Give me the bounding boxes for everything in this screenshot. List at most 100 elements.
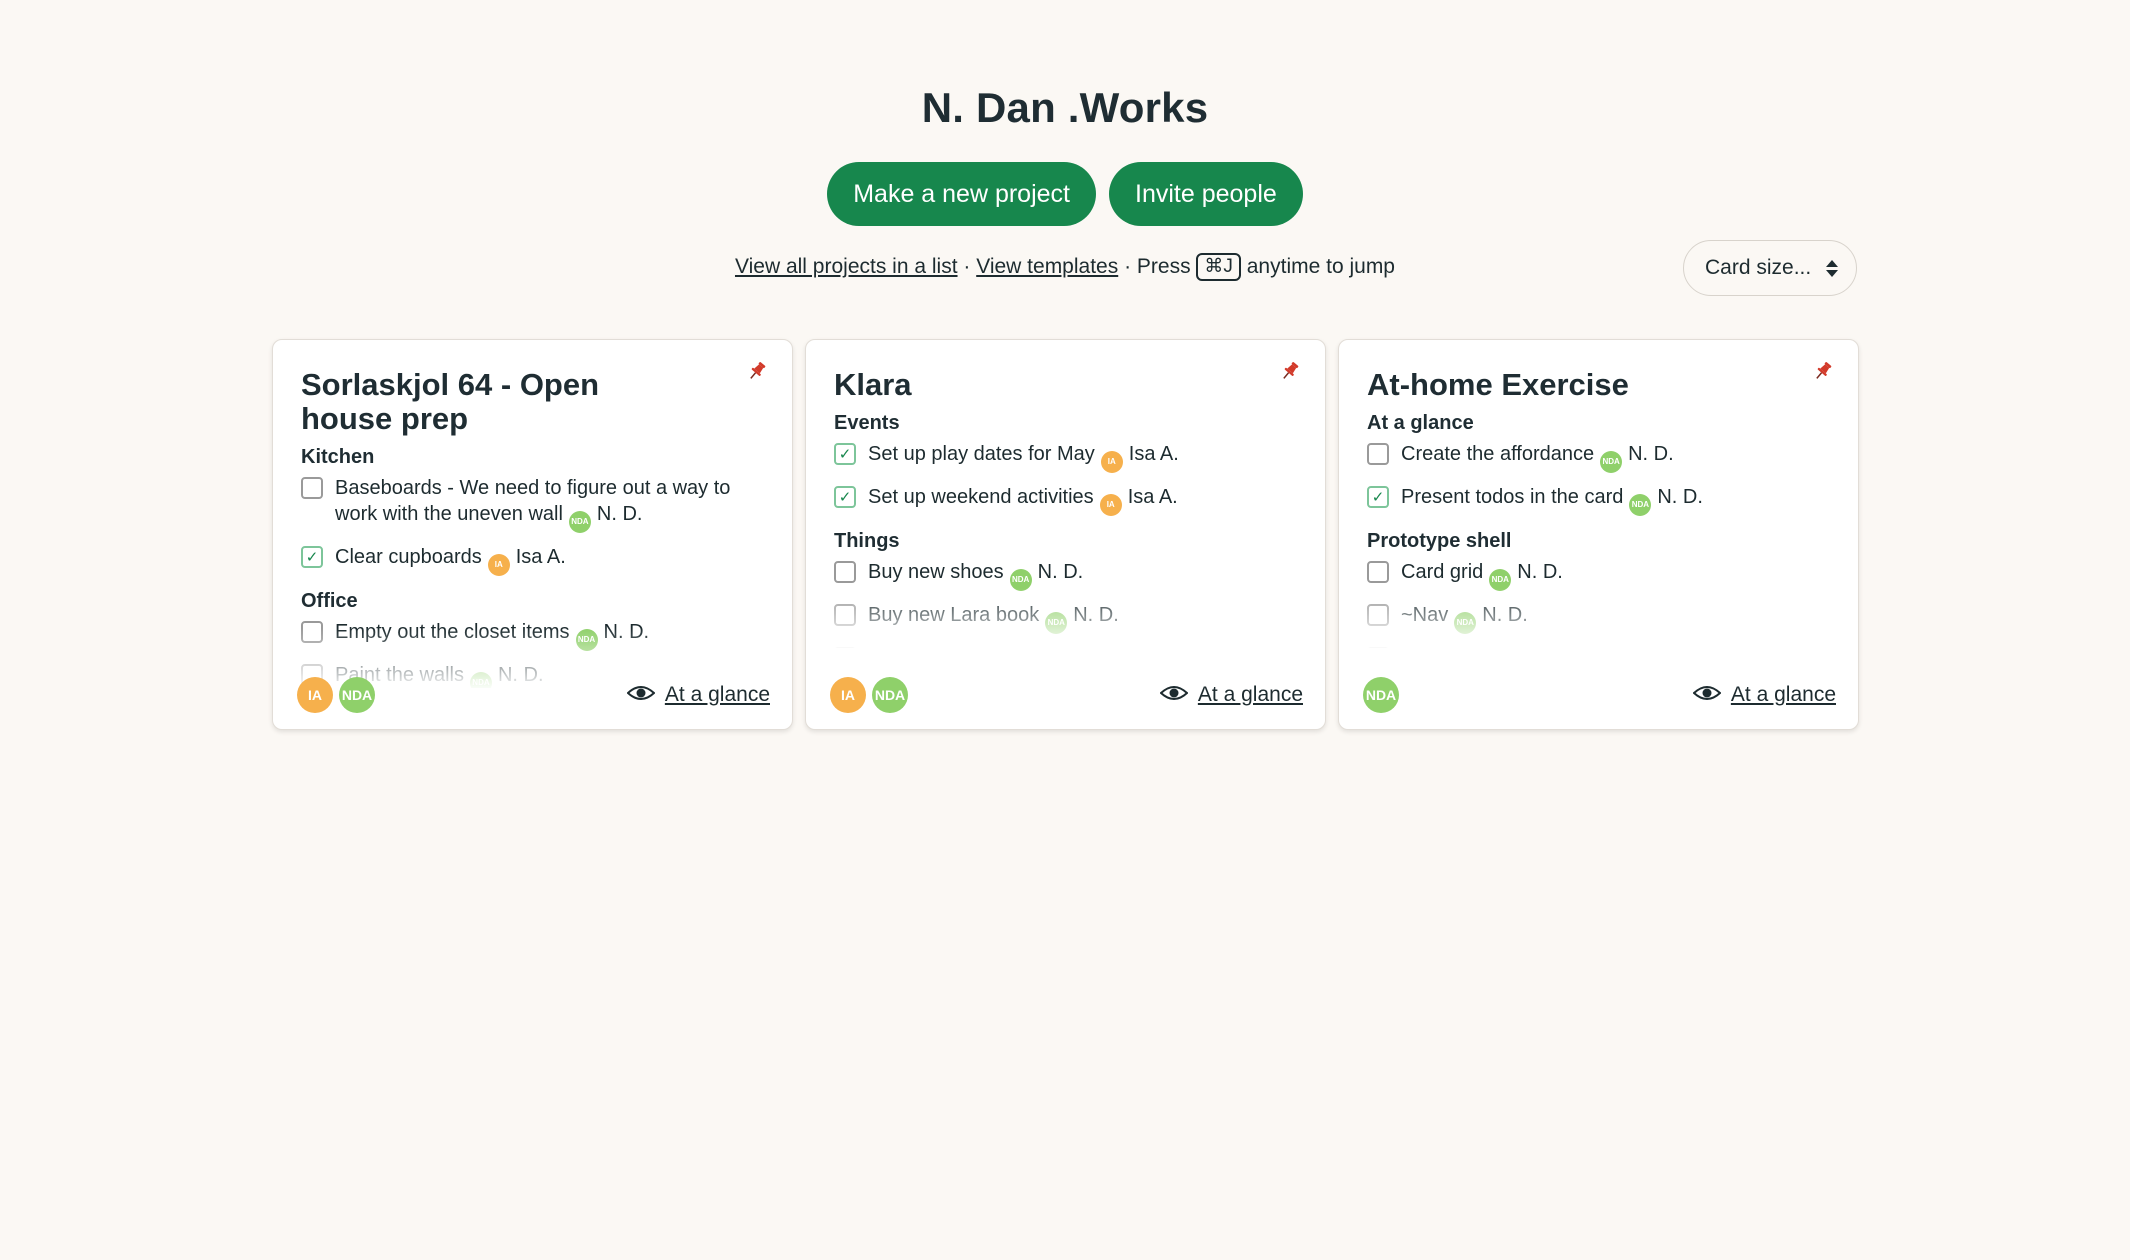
- todo-label: Present todos in the card: [1401, 486, 1624, 508]
- assignee-name: N. D.: [596, 503, 643, 525]
- todo-checkbox[interactable]: [1367, 647, 1389, 648]
- project-title[interactable]: Sorlaskjol 64 - Open house prep: [301, 368, 631, 436]
- todo-text-wrap[interactable]: ResponsivenessNDAN. D.: [1401, 645, 1627, 648]
- todo-checkbox[interactable]: ✓: [1367, 486, 1389, 508]
- todo-item: ✓ Set up play dates for May IA Isa A.: [834, 441, 1297, 473]
- assignee-name: N. D.: [1657, 486, 1703, 508]
- at-a-glance-link[interactable]: At a glance: [626, 683, 770, 707]
- todo-label: Buy new shoes: [868, 561, 1004, 583]
- todo-checkbox[interactable]: [301, 477, 323, 499]
- project-card[interactable]: Klara Events ✓ Set up play dates for May IA I…: [805, 339, 1326, 730]
- todo-text-wrap[interactable]: Create the affordance NDA N. D.: [1401, 441, 1674, 473]
- todo-checkbox[interactable]: [834, 561, 856, 583]
- assignee-name: N. D.: [1628, 443, 1674, 465]
- assignee-name: N. D.: [1148, 647, 1194, 648]
- project-title[interactable]: At-home Exercise: [1367, 368, 1697, 402]
- todo-checkbox[interactable]: [834, 604, 856, 626]
- todo-checkbox[interactable]: [301, 621, 323, 643]
- assignee-avatar: NDA: [1009, 569, 1032, 591]
- assignee-avatar: IA: [487, 554, 510, 576]
- project-card[interactable]: Sorlaskjol 64 - Open house prep Kitchen Ba…: [272, 339, 793, 730]
- todo-label: Buy new Lara book: [868, 604, 1040, 626]
- avatar[interactable]: IA: [830, 677, 866, 713]
- todo-text-wrap[interactable]: Add new story to Saga app.NDAN. D.: [868, 645, 1193, 648]
- avatar[interactable]: NDA: [339, 677, 375, 713]
- todo-text-wrap[interactable]: Buy new Lara book NDA N. D.: [868, 602, 1119, 634]
- card-size-select[interactable]: Card size...: [1683, 240, 1857, 296]
- eye-icon: [626, 683, 656, 707]
- card-todo-list: Kitchen Baseboards - We need to figure ou…: [301, 442, 764, 688]
- view-templates-link[interactable]: View templates: [976, 255, 1118, 278]
- todo-item: ✓ Clear cupboards IA Isa A.: [301, 544, 764, 576]
- assignee-avatar: NDA: [1600, 451, 1623, 473]
- todo-checkbox[interactable]: [834, 647, 856, 648]
- assignee-avatar: NDA: [1454, 612, 1477, 634]
- pushpin-icon[interactable]: [1812, 360, 1834, 382]
- avatar[interactable]: NDA: [1363, 677, 1399, 713]
- todo-checkbox[interactable]: ✓: [834, 443, 856, 465]
- assignee-name: N. D.: [1037, 561, 1084, 583]
- todo-label: Set up weekend activities: [868, 486, 1094, 508]
- todo-item: Baseboards - We need to figure out a way…: [301, 475, 764, 533]
- assignee-name: N. D.: [1073, 604, 1119, 626]
- pushpin-icon[interactable]: [746, 360, 768, 382]
- todo-item: ResponsivenessNDAN. D.: [1367, 645, 1830, 648]
- todo-label: Card grid: [1401, 561, 1484, 583]
- todo-checkbox[interactable]: ✓: [834, 486, 856, 508]
- at-a-glance-link[interactable]: At a glance: [1159, 683, 1303, 707]
- subnav-separator: ·: [957, 255, 977, 278]
- todo-section-heading: Prototype shell: [1367, 530, 1512, 552]
- todo-label: Create the affordance: [1401, 443, 1595, 465]
- at-a-glance-link[interactable]: At a glance: [1692, 683, 1836, 707]
- assignee-name: N. D.: [1517, 561, 1563, 583]
- todo-section-heading: Events: [834, 412, 900, 434]
- assignee-name: Isa A.: [515, 546, 566, 568]
- page-title: N. Dan .Works: [921, 84, 1209, 131]
- todo-checkbox[interactable]: [1367, 443, 1389, 465]
- card-footer: IA NDA At a glance: [830, 677, 1303, 713]
- todo-text-wrap[interactable]: Empty out the closet items NDA N. D.: [335, 619, 649, 651]
- member-avatars: NDA: [1363, 677, 1399, 713]
- invite-people-button[interactable]: Invite people: [1109, 162, 1303, 226]
- checkmark-icon: ✓: [1371, 488, 1385, 506]
- todo-item: ~Nav NDA N. D.: [1367, 602, 1830, 634]
- todo-item: Empty out the closet items NDA N. D.: [301, 619, 764, 651]
- member-avatars: IA NDA: [830, 677, 908, 713]
- checkmark-icon: ✓: [838, 445, 852, 463]
- todo-checkbox[interactable]: [1367, 561, 1389, 583]
- todo-checkbox[interactable]: [1367, 604, 1389, 626]
- member-avatars: IA NDA: [297, 677, 375, 713]
- todo-text-wrap[interactable]: Set up weekend activities IA Isa A.: [868, 484, 1178, 516]
- todo-label: Empty out the closet items: [335, 621, 570, 643]
- todo-text-wrap[interactable]: Baseboards - We need to figure out a way…: [335, 475, 764, 533]
- avatar[interactable]: NDA: [872, 677, 908, 713]
- todo-text-wrap[interactable]: Present todos in the card NDA N. D.: [1401, 484, 1703, 516]
- todo-text-wrap[interactable]: Buy new shoes NDA N. D.: [868, 559, 1083, 591]
- todo-label: Set up play dates for May: [868, 443, 1095, 465]
- todo-text-wrap[interactable]: Card grid NDA N. D.: [1401, 559, 1563, 591]
- pushpin-icon[interactable]: [1279, 360, 1301, 382]
- new-project-button[interactable]: Make a new project: [827, 162, 1096, 226]
- at-a-glance-label: At a glance: [664, 683, 770, 706]
- assignee-name: N. D.: [603, 621, 650, 643]
- project-title[interactable]: Klara: [834, 368, 1164, 402]
- avatar[interactable]: IA: [297, 677, 333, 713]
- assignee-name: N. D.: [1482, 604, 1528, 626]
- todo-item: ✓ Present todos in the card NDA N. D.: [1367, 484, 1830, 516]
- todo-label: Add new story to Saga app.: [868, 647, 1114, 648]
- assignee-name: N. D.: [1582, 647, 1628, 648]
- project-card[interactable]: At-home Exercise At a glance Create the af…: [1338, 339, 1859, 730]
- checkmark-icon: ✓: [305, 548, 319, 566]
- todo-label: Clear cupboards: [335, 546, 482, 568]
- todo-section-heading: Kitchen: [301, 446, 375, 468]
- todo-label: Baseboards - We need to figure out a way…: [335, 477, 731, 525]
- todo-text-wrap[interactable]: Set up play dates for May IA Isa A.: [868, 441, 1179, 473]
- subnav-press-text: · Press: [1118, 255, 1197, 278]
- todo-text-wrap[interactable]: Clear cupboards IA Isa A.: [335, 544, 566, 576]
- view-all-projects-link[interactable]: View all projects in a list: [735, 255, 958, 278]
- todo-item: ✓ Set up weekend activities IA Isa A.: [834, 484, 1297, 516]
- todo-text-wrap[interactable]: ~Nav NDA N. D.: [1401, 602, 1528, 634]
- assignee-avatar: NDA: [1629, 494, 1652, 516]
- assignee-name: Isa A.: [1128, 443, 1179, 465]
- todo-checkbox[interactable]: ✓: [301, 546, 323, 568]
